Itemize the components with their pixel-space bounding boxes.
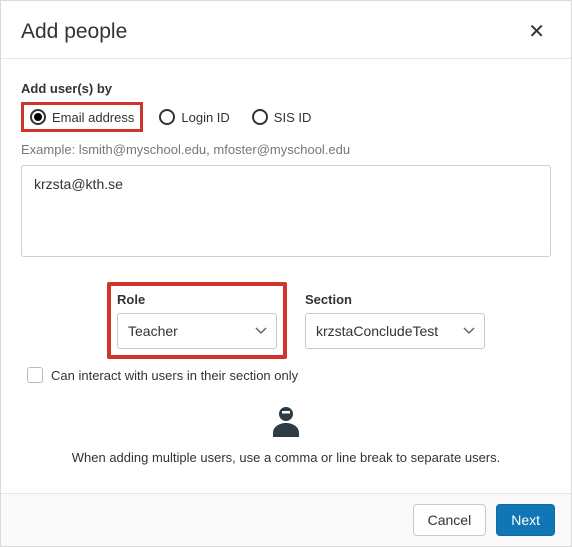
section-select-wrap: krzstaConcludeTest [305, 313, 485, 349]
radio-sis[interactable]: SIS ID [246, 105, 318, 129]
section-only-checkbox[interactable] [27, 367, 43, 383]
role-label: Role [117, 292, 277, 307]
radio-login-input[interactable] [159, 109, 175, 125]
radio-email[interactable]: Email address [24, 105, 140, 129]
add-people-modal: Add people ✕ Add user(s) by Email addres… [0, 0, 572, 547]
section-select-value: krzstaConcludeTest [316, 323, 438, 339]
section-only-label: Can interact with users in their section… [51, 368, 298, 383]
radio-login[interactable]: Login ID [153, 105, 235, 129]
radio-login-label: Login ID [181, 110, 229, 125]
modal-header: Add people ✕ [1, 1, 571, 59]
section-only-checkbox-row[interactable]: Can interact with users in their section… [21, 367, 551, 383]
radio-email-input[interactable] [30, 109, 46, 125]
modal-title: Add people [21, 20, 127, 44]
role-highlight: Role Teacher [107, 282, 287, 359]
role-select-wrap: Teacher [117, 313, 277, 349]
next-button[interactable]: Next [496, 504, 555, 536]
close-button[interactable]: ✕ [522, 15, 551, 48]
info-block: When adding multiple users, use a comma … [21, 405, 551, 465]
modal-body: Add user(s) by Email address Login ID SI… [1, 59, 571, 493]
role-select-value: Teacher [128, 323, 178, 339]
modal-footer: Cancel Next [1, 493, 571, 546]
example-text: Example: lsmith@myschool.edu, mfoster@my… [21, 142, 551, 157]
radio-sis-label: SIS ID [274, 110, 312, 125]
role-field: Role Teacher [117, 292, 277, 349]
role-section-row: Role Teacher Section krzstaConcludeTest [21, 292, 551, 349]
section-field: Section krzstaConcludeTest [305, 292, 485, 349]
section-select[interactable]: krzstaConcludeTest [305, 313, 485, 349]
radio-email-label: Email address [52, 110, 134, 125]
section-label: Section [305, 292, 485, 307]
info-text: When adding multiple users, use a comma … [21, 450, 551, 465]
person-icon [271, 405, 301, 442]
users-textarea[interactable] [21, 165, 551, 257]
role-select[interactable]: Teacher [117, 313, 277, 349]
cancel-button[interactable]: Cancel [413, 504, 487, 536]
add-by-label: Add user(s) by [21, 81, 551, 96]
close-icon: ✕ [528, 21, 545, 43]
radio-email-highlight: Email address [21, 102, 143, 132]
radio-sis-input[interactable] [252, 109, 268, 125]
add-by-radio-group: Email address Login ID SIS ID [21, 102, 551, 132]
